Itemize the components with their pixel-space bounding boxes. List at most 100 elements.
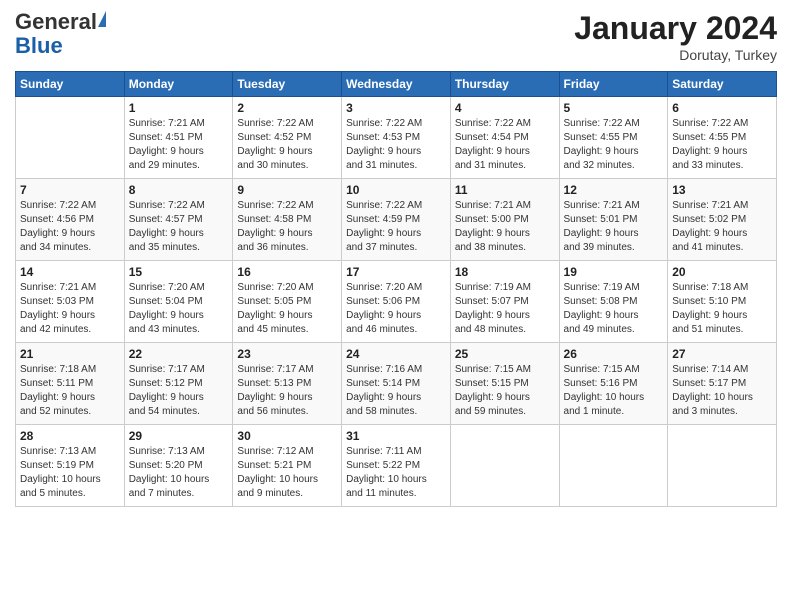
day-number: 13 <box>672 183 772 197</box>
calendar-week-row: 1Sunrise: 7:21 AM Sunset: 4:51 PM Daylig… <box>16 97 777 179</box>
table-row: 7 Sunrise: 7:22 AM Sunset: 4:56 PM Daylig… <box>16 179 125 261</box>
table-row: 21 Sunrise: 7:18 AM Sunset: 5:11 PM Dayli… <box>16 343 125 425</box>
title-block: January 2024 Dorutay, Turkey <box>574 10 777 63</box>
day-number: 5 <box>564 101 664 115</box>
day-number: 10 <box>346 183 446 197</box>
table-row <box>668 425 777 507</box>
day-number: 31 <box>346 429 446 443</box>
day-info: Sunrise: 7:18 AM Sunset: 5:11 PM Dayligh… <box>20 363 120 419</box>
day-number: 7 <box>20 183 120 197</box>
day-info: Sunrise: 7:15 AM Sunset: 5:15 PM Dayligh… <box>455 363 555 419</box>
header: General Blue January 2024 Dorutay, Turke… <box>15 10 777 63</box>
day-info: Sunrise: 7:21 AM Sunset: 5:03 PM Dayligh… <box>20 281 120 337</box>
table-row: 18Sunrise: 7:19 AM Sunset: 5:07 PM Dayli… <box>450 261 559 343</box>
day-number: 23 <box>237 347 337 361</box>
day-number: 14 <box>20 265 120 279</box>
table-row <box>450 425 559 507</box>
day-info: Sunrise: 7:22 AM Sunset: 4:59 PM Dayligh… <box>346 199 446 255</box>
calendar-table: Sunday Monday Tuesday Wednesday Thursday… <box>15 71 777 507</box>
day-info: Sunrise: 7:22 AM Sunset: 4:55 PM Dayligh… <box>564 117 664 173</box>
table-row: 9 Sunrise: 7:22 AM Sunset: 4:58 PM Daylig… <box>233 179 342 261</box>
table-row: 30 Sunrise: 7:12 AM Sunset: 5:21 PM Dayli… <box>233 425 342 507</box>
table-row: 3Sunrise: 7:22 AM Sunset: 4:53 PM Daylig… <box>342 97 451 179</box>
day-info: Sunrise: 7:17 AM Sunset: 5:13 PM Dayligh… <box>237 363 337 419</box>
col-sunday: Sunday <box>16 72 125 97</box>
day-info: Sunrise: 7:22 AM Sunset: 4:52 PM Dayligh… <box>237 117 337 173</box>
day-info: Sunrise: 7:18 AM Sunset: 5:10 PM Dayligh… <box>672 281 772 337</box>
table-row: 20 Sunrise: 7:18 AM Sunset: 5:10 PM Dayli… <box>668 261 777 343</box>
table-row: 10 Sunrise: 7:22 AM Sunset: 4:59 PM Dayli… <box>342 179 451 261</box>
col-wednesday: Wednesday <box>342 72 451 97</box>
day-number: 22 <box>129 347 229 361</box>
table-row: 17Sunrise: 7:20 AM Sunset: 5:06 PM Dayli… <box>342 261 451 343</box>
day-number: 15 <box>129 265 229 279</box>
table-row: 13 Sunrise: 7:21 AM Sunset: 5:02 PM Dayli… <box>668 179 777 261</box>
table-row: 2Sunrise: 7:22 AM Sunset: 4:52 PM Daylig… <box>233 97 342 179</box>
table-row: 22 Sunrise: 7:17 AM Sunset: 5:12 PM Dayli… <box>124 343 233 425</box>
day-info: Sunrise: 7:16 AM Sunset: 5:14 PM Dayligh… <box>346 363 446 419</box>
calendar-week-row: 28 Sunrise: 7:13 AM Sunset: 5:19 PM Dayli… <box>16 425 777 507</box>
table-row: 14 Sunrise: 7:21 AM Sunset: 5:03 PM Dayli… <box>16 261 125 343</box>
calendar-week-row: 21 Sunrise: 7:18 AM Sunset: 5:11 PM Dayli… <box>16 343 777 425</box>
table-row: 26Sunrise: 7:15 AM Sunset: 5:16 PM Dayli… <box>559 343 668 425</box>
day-info: Sunrise: 7:20 AM Sunset: 5:06 PM Dayligh… <box>346 281 446 337</box>
table-row: 12Sunrise: 7:21 AM Sunset: 5:01 PM Dayli… <box>559 179 668 261</box>
logo-blue-text: Blue <box>15 34 63 58</box>
day-number: 20 <box>672 265 772 279</box>
table-row: 31 Sunrise: 7:11 AM Sunset: 5:22 PM Dayli… <box>342 425 451 507</box>
page-container: General Blue January 2024 Dorutay, Turke… <box>0 0 792 517</box>
table-row: 25 Sunrise: 7:15 AM Sunset: 5:15 PM Dayli… <box>450 343 559 425</box>
logo-triangle-icon <box>98 11 106 27</box>
col-friday: Friday <box>559 72 668 97</box>
day-info: Sunrise: 7:22 AM Sunset: 4:55 PM Dayligh… <box>672 117 772 173</box>
table-row: 4 Sunrise: 7:22 AM Sunset: 4:54 PM Daylig… <box>450 97 559 179</box>
day-info: Sunrise: 7:22 AM Sunset: 4:54 PM Dayligh… <box>455 117 555 173</box>
day-info: Sunrise: 7:22 AM Sunset: 4:53 PM Dayligh… <box>346 117 446 173</box>
day-number: 27 <box>672 347 772 361</box>
table-row: 8Sunrise: 7:22 AM Sunset: 4:57 PM Daylig… <box>124 179 233 261</box>
day-number: 28 <box>20 429 120 443</box>
day-number: 29 <box>129 429 229 443</box>
day-number: 9 <box>237 183 337 197</box>
day-info: Sunrise: 7:19 AM Sunset: 5:08 PM Dayligh… <box>564 281 664 337</box>
calendar-week-row: 7 Sunrise: 7:22 AM Sunset: 4:56 PM Daylig… <box>16 179 777 261</box>
day-info: Sunrise: 7:12 AM Sunset: 5:21 PM Dayligh… <box>237 445 337 501</box>
table-row: 16 Sunrise: 7:20 AM Sunset: 5:05 PM Dayli… <box>233 261 342 343</box>
table-row: 6Sunrise: 7:22 AM Sunset: 4:55 PM Daylig… <box>668 97 777 179</box>
col-monday: Monday <box>124 72 233 97</box>
table-row: 24 Sunrise: 7:16 AM Sunset: 5:14 PM Dayli… <box>342 343 451 425</box>
table-row: 27 Sunrise: 7:14 AM Sunset: 5:17 PM Dayli… <box>668 343 777 425</box>
table-row: 5 Sunrise: 7:22 AM Sunset: 4:55 PM Daylig… <box>559 97 668 179</box>
day-info: Sunrise: 7:13 AM Sunset: 5:19 PM Dayligh… <box>20 445 120 501</box>
day-info: Sunrise: 7:14 AM Sunset: 5:17 PM Dayligh… <box>672 363 772 419</box>
col-tuesday: Tuesday <box>233 72 342 97</box>
day-info: Sunrise: 7:11 AM Sunset: 5:22 PM Dayligh… <box>346 445 446 501</box>
day-info: Sunrise: 7:20 AM Sunset: 5:04 PM Dayligh… <box>129 281 229 337</box>
day-number: 19 <box>564 265 664 279</box>
table-row: 23 Sunrise: 7:17 AM Sunset: 5:13 PM Dayli… <box>233 343 342 425</box>
day-info: Sunrise: 7:21 AM Sunset: 5:02 PM Dayligh… <box>672 199 772 255</box>
day-info: Sunrise: 7:22 AM Sunset: 4:56 PM Dayligh… <box>20 199 120 255</box>
day-number: 16 <box>237 265 337 279</box>
day-number: 30 <box>237 429 337 443</box>
day-number: 24 <box>346 347 446 361</box>
day-number: 21 <box>20 347 120 361</box>
table-row: 28 Sunrise: 7:13 AM Sunset: 5:19 PM Dayli… <box>16 425 125 507</box>
day-number: 25 <box>455 347 555 361</box>
day-info: Sunrise: 7:13 AM Sunset: 5:20 PM Dayligh… <box>129 445 229 501</box>
month-year-title: January 2024 <box>574 10 777 47</box>
day-info: Sunrise: 7:21 AM Sunset: 5:00 PM Dayligh… <box>455 199 555 255</box>
col-saturday: Saturday <box>668 72 777 97</box>
day-info: Sunrise: 7:17 AM Sunset: 5:12 PM Dayligh… <box>129 363 229 419</box>
day-number: 26 <box>564 347 664 361</box>
day-info: Sunrise: 7:20 AM Sunset: 5:05 PM Dayligh… <box>237 281 337 337</box>
table-row: 19 Sunrise: 7:19 AM Sunset: 5:08 PM Dayli… <box>559 261 668 343</box>
day-info: Sunrise: 7:22 AM Sunset: 4:58 PM Dayligh… <box>237 199 337 255</box>
calendar-header-row: Sunday Monday Tuesday Wednesday Thursday… <box>16 72 777 97</box>
day-number: 11 <box>455 183 555 197</box>
location-subtitle: Dorutay, Turkey <box>574 47 777 63</box>
day-info: Sunrise: 7:22 AM Sunset: 4:57 PM Dayligh… <box>129 199 229 255</box>
table-row <box>16 97 125 179</box>
day-number: 1 <box>129 101 229 115</box>
day-number: 4 <box>455 101 555 115</box>
